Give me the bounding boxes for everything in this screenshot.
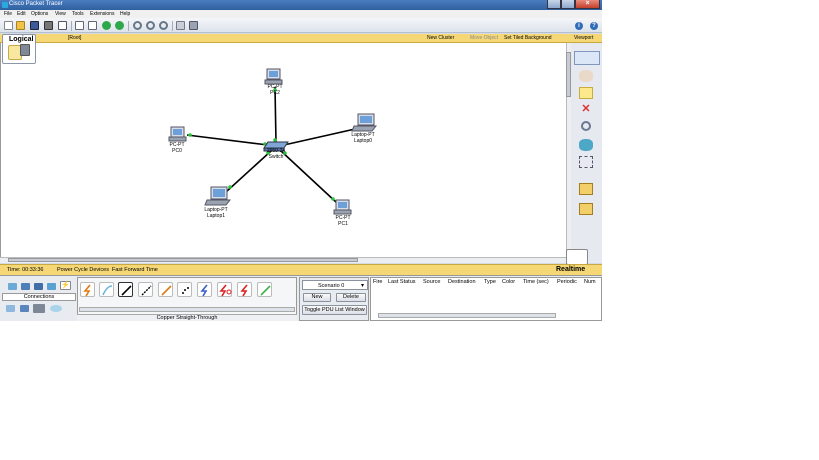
laptop1-name: Laptop1 — [206, 213, 226, 219]
fiber-cable-icon[interactable] — [158, 282, 173, 297]
octal-cable-icon[interactable] — [257, 282, 272, 297]
realtime-label: Realtime — [556, 266, 586, 273]
pc2-device-icon — [264, 68, 283, 85]
chevron-down-icon: ▾ — [361, 283, 365, 289]
canvas-horizontal-scroll-thumb[interactable] — [8, 258, 358, 262]
toggle-pdu-list-button[interactable]: Toggle PDU List Window — [302, 305, 367, 315]
routers-category-icon[interactable] — [8, 283, 17, 290]
selected-cable-name: Copper Straight-Through — [77, 314, 297, 321]
pc1-name: PC1 — [338, 221, 348, 227]
pdu-column-header[interactable]: Periodic — [557, 279, 577, 285]
pdu-column-header[interactable]: Color — [502, 279, 515, 285]
link-status-dot — [331, 197, 335, 201]
serial-dce-icon[interactable] — [217, 282, 232, 297]
pc2-label[interactable]: PC-PT PC2 — [255, 84, 295, 96]
add-simple-pdu-icon[interactable] — [579, 183, 593, 195]
link-status-dot — [273, 138, 277, 142]
pdu-column-header[interactable]: Last Status — [388, 279, 416, 285]
packet-tracer-window: Cisco Packet Tracer × File Edit Options … — [0, 0, 602, 321]
pdu-column-header[interactable]: Fire — [373, 279, 382, 285]
pc0-label[interactable]: PC-PT PC0 — [157, 142, 197, 154]
new-scenario-button[interactable]: New — [303, 293, 331, 302]
place-note-icon[interactable] — [579, 87, 593, 99]
console-cable-icon[interactable] — [99, 282, 114, 297]
draw-shape-icon[interactable] — [579, 139, 593, 151]
delete-scenario-button[interactable]: Delete — [336, 293, 366, 302]
pdu-column-header[interactable]: Time (sec) — [523, 279, 549, 285]
inspect-magnifier-icon[interactable] — [581, 121, 591, 131]
wireless-category-icon[interactable] — [47, 283, 56, 290]
add-complex-pdu-icon[interactable] — [579, 203, 593, 215]
pdu-column-header[interactable]: Source — [423, 279, 440, 285]
realtime-mode-button[interactable]: Realtime — [555, 264, 602, 275]
device-stack-icon — [20, 44, 30, 56]
resize-shape-icon[interactable] — [579, 156, 593, 168]
custom-made-devices-icon[interactable] — [33, 304, 45, 313]
select-tool-icon[interactable] — [574, 51, 600, 65]
pc1-label[interactable]: PC-PT PC1 — [323, 215, 363, 227]
laptop0-device-icon — [351, 113, 378, 132]
laptop0-label[interactable]: Laptop-PT Laptop0 — [343, 132, 383, 144]
end-devices-category-icon[interactable] — [6, 305, 15, 312]
delete-x-icon[interactable]: ✕ — [579, 103, 593, 115]
cable-scrollbar[interactable] — [79, 307, 295, 312]
logical-tab-label: Logical — [9, 36, 34, 43]
time-display: Time: 00:33:36 — [7, 267, 44, 273]
laptop1-label[interactable]: Laptop-PT Laptop1 — [196, 207, 236, 219]
pdu-column-header[interactable]: Type — [484, 279, 496, 285]
common-tools-bar: ✕ — [571, 43, 602, 263]
power-cycle-devices-button[interactable]: Power Cycle Devices — [57, 267, 109, 273]
pdu-column-header[interactable]: Num — [584, 279, 596, 285]
automatic-connection-icon[interactable] — [80, 282, 95, 297]
coaxial-cable-icon[interactable] — [197, 282, 212, 297]
scenario-value: Scenario 0 — [318, 283, 345, 289]
copper-cross-over-icon[interactable] — [138, 282, 153, 297]
serial-dte-icon[interactable] — [237, 282, 252, 297]
laptop1-device-icon — [204, 186, 232, 206]
scenario-select[interactable]: Scenario 0 ▾ — [302, 280, 368, 290]
wan-emulation-category-icon[interactable] — [20, 305, 29, 312]
link-pc0-switch — [186, 134, 269, 146]
link-status-dot — [228, 185, 232, 189]
pc1-device-icon — [333, 199, 352, 215]
connections-label: Connections — [2, 293, 76, 301]
fast-forward-time-button[interactable]: Fast Forward Time — [112, 267, 158, 273]
pc0-device-icon — [168, 126, 187, 142]
switch-name: Switch — [268, 154, 284, 160]
pdu-column-header[interactable]: Destination — [448, 279, 476, 285]
simulation-mode-tab[interactable] — [566, 249, 588, 265]
phone-cable-icon[interactable] — [177, 282, 192, 297]
pdu-list-scrollbar[interactable] — [378, 313, 556, 318]
switch-label[interactable]: 2950-24 Switch — [256, 148, 296, 160]
connections-category-icon[interactable]: ⚡ — [60, 281, 71, 290]
pc2-name: PC2 — [270, 90, 280, 96]
copper-straight-through-icon[interactable] — [118, 282, 133, 297]
multiuser-connection-icon[interactable] — [50, 305, 62, 312]
logical-tab[interactable]: Logical — [2, 34, 36, 64]
hubs-category-icon[interactable] — [34, 283, 43, 290]
pc0-name: PC0 — [172, 148, 182, 154]
move-layout-hand-icon[interactable] — [579, 70, 593, 82]
status-bar: Time: 00:33:36 Power Cycle Devices Fast … — [0, 264, 602, 275]
switches-category-icon[interactable] — [21, 283, 30, 290]
laptop0-name: Laptop0 — [353, 138, 373, 144]
link-status-dot — [188, 133, 192, 137]
